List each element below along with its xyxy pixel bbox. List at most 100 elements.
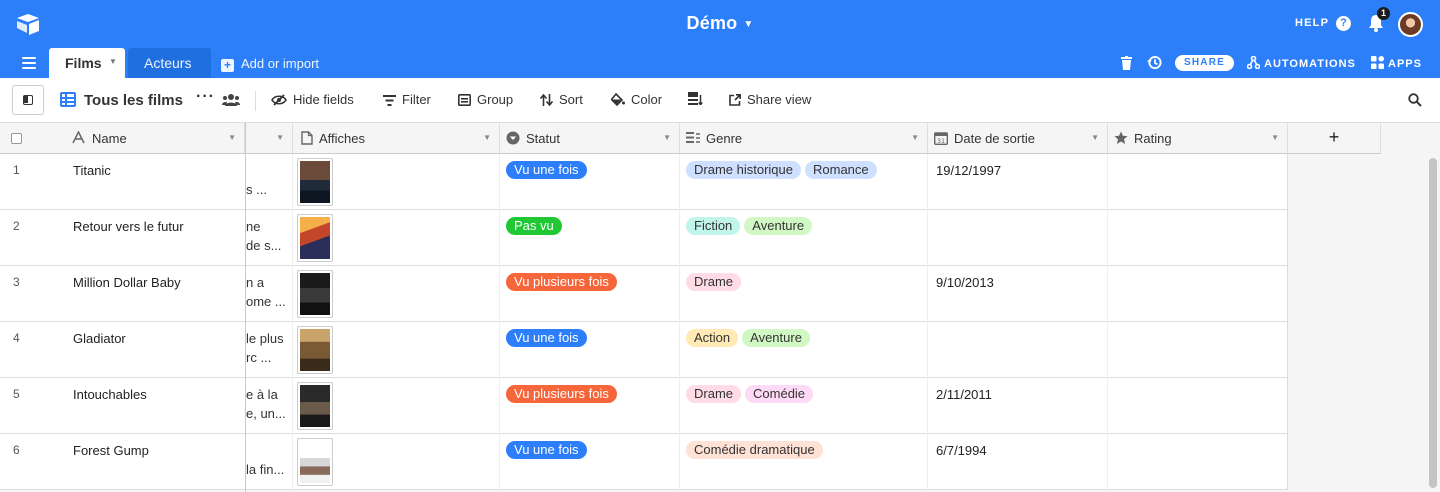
back-to-future-poster[interactable] bbox=[297, 214, 333, 262]
view-name[interactable]: Tous les films bbox=[84, 92, 183, 109]
trash-icon[interactable] bbox=[1121, 56, 1132, 70]
genre-cell[interactable]: Comédie dramatique bbox=[680, 434, 928, 490]
vertical-scrollbar[interactable] bbox=[1429, 158, 1437, 488]
column-header-date-de-sortie[interactable]: 31 Date de sortie ▼ bbox=[928, 123, 1108, 154]
base-title[interactable]: Démo ▼ bbox=[0, 13, 1440, 34]
statut-cell[interactable]: Vu plusieurs fois bbox=[500, 378, 680, 434]
hide-fields-button[interactable]: Hide fields bbox=[271, 92, 354, 107]
row-number: 1 bbox=[13, 163, 20, 177]
tab-acteurs[interactable]: Acteurs bbox=[128, 48, 211, 78]
avatar[interactable] bbox=[1398, 12, 1423, 37]
chevron-down-icon[interactable]: ▼ bbox=[1271, 133, 1279, 142]
chevron-down-icon[interactable]: ▼ bbox=[483, 133, 491, 142]
description-cell[interactable]: n a ome ... bbox=[246, 266, 293, 322]
collaborators-icon[interactable] bbox=[222, 94, 240, 106]
table-row[interactable]: 6 Forest Gump la fin... Vu une fois Comé… bbox=[0, 434, 1288, 490]
date-cell[interactable]: 2/11/2011 bbox=[928, 378, 1108, 434]
description-cell[interactable]: e à la e, un... bbox=[246, 378, 293, 434]
intouchables-poster[interactable] bbox=[297, 382, 333, 430]
apps-button[interactable]: APPS bbox=[1371, 56, 1422, 70]
affiches-cell[interactable] bbox=[293, 322, 500, 378]
rating-cell[interactable] bbox=[1108, 210, 1288, 266]
genre-cell[interactable]: Action Aventure bbox=[680, 322, 928, 378]
description-column-header[interactable]: ▼ bbox=[245, 123, 293, 154]
table-row[interactable]: 3 Million Dollar Baby n a ome ... Vu plu… bbox=[0, 266, 1288, 322]
column-header-statut[interactable]: Statut ▼ bbox=[500, 123, 680, 154]
genre-cell[interactable]: Fiction Aventure bbox=[680, 210, 928, 266]
primary-column-header[interactable]: Name ▼ bbox=[0, 123, 245, 154]
table-row[interactable]: 4 Gladiator le plus rc ... Vu une fois A… bbox=[0, 322, 1288, 378]
table-row[interactable]: 1 Titanic s ... Vu une fois Drame histor… bbox=[0, 154, 1288, 210]
table-row[interactable]: 5 Intouchables e à la e, un... Vu plusie… bbox=[0, 378, 1288, 434]
statut-cell[interactable]: Vu une fois bbox=[500, 322, 680, 378]
share-button[interactable]: SHARE bbox=[1175, 55, 1234, 71]
row-number: 5 bbox=[13, 387, 20, 401]
filter-button[interactable]: Filter bbox=[383, 92, 431, 107]
rating-cell[interactable] bbox=[1108, 154, 1288, 210]
rating-cell[interactable] bbox=[1108, 266, 1288, 322]
search-icon[interactable] bbox=[1408, 93, 1422, 107]
add-field-button[interactable]: + bbox=[1288, 123, 1381, 154]
primary-cell[interactable]: 4 Gladiator bbox=[0, 322, 245, 378]
genre-cell[interactable]: Drame Comédie bbox=[680, 378, 928, 434]
column-header-genre[interactable]: Genre ▼ bbox=[680, 123, 928, 154]
more-options-icon[interactable]: ··· bbox=[196, 88, 215, 106]
add-or-import-button[interactable]: + Add or import bbox=[221, 56, 319, 72]
airtable-logo-icon[interactable] bbox=[16, 13, 40, 35]
gladiator-poster[interactable] bbox=[297, 326, 333, 374]
rating-cell[interactable] bbox=[1108, 322, 1288, 378]
genre-cell[interactable]: Drame bbox=[680, 266, 928, 322]
date-cell[interactable]: 19/12/1997 bbox=[928, 154, 1108, 210]
description-cell[interactable]: s ... bbox=[246, 154, 293, 210]
history-icon[interactable] bbox=[1147, 55, 1162, 70]
color-button[interactable]: Color bbox=[611, 92, 662, 107]
sidebar-toggle-button[interactable] bbox=[12, 85, 44, 115]
description-cell[interactable]: ne de s... bbox=[246, 210, 293, 266]
chevron-down-icon[interactable]: ▼ bbox=[276, 133, 284, 142]
affiches-cell[interactable] bbox=[293, 434, 500, 490]
affiches-cell[interactable] bbox=[293, 378, 500, 434]
automations-button[interactable]: AUTOMATIONS bbox=[1247, 56, 1356, 70]
forrest-gump-poster[interactable] bbox=[297, 438, 333, 486]
description-cell[interactable]: le plus rc ... bbox=[246, 322, 293, 378]
row-height-button[interactable] bbox=[688, 92, 703, 108]
primary-cell[interactable]: 1 Titanic bbox=[0, 154, 245, 210]
genre-cell[interactable]: Drame historique Romance bbox=[680, 154, 928, 210]
titanic-poster[interactable] bbox=[297, 158, 333, 206]
primary-cell[interactable]: 3 Million Dollar Baby bbox=[0, 266, 245, 322]
group-button[interactable]: Group bbox=[458, 92, 513, 107]
chevron-down-icon[interactable]: ▼ bbox=[109, 57, 117, 66]
date-cell[interactable] bbox=[928, 210, 1108, 266]
chevron-down-icon[interactable]: ▼ bbox=[663, 133, 671, 142]
rating-cell[interactable] bbox=[1108, 378, 1288, 434]
primary-cell[interactable]: 6 Forest Gump bbox=[0, 434, 245, 490]
share-view-button[interactable]: Share view bbox=[729, 92, 811, 107]
affiches-cell[interactable] bbox=[293, 266, 500, 322]
help-link[interactable]: HELP bbox=[1295, 17, 1329, 29]
statut-cell[interactable]: Vu plusieurs fois bbox=[500, 266, 680, 322]
primary-cell[interactable]: 2 Retour vers le futur bbox=[0, 210, 245, 266]
chevron-down-icon[interactable]: ▼ bbox=[1091, 133, 1099, 142]
statut-cell[interactable]: Vu une fois bbox=[500, 154, 680, 210]
date-cell[interactable]: 6/7/1994 bbox=[928, 434, 1108, 490]
million-dollar-baby-poster[interactable] bbox=[297, 270, 333, 318]
statut-cell[interactable]: Vu une fois bbox=[500, 434, 680, 490]
description-cell[interactable]: la fin... bbox=[246, 434, 293, 490]
select-all-checkbox[interactable] bbox=[11, 133, 22, 144]
rating-cell[interactable] bbox=[1108, 434, 1288, 490]
sort-button[interactable]: Sort bbox=[540, 92, 583, 107]
affiches-cell[interactable] bbox=[293, 210, 500, 266]
chevron-down-icon[interactable]: ▼ bbox=[911, 133, 919, 142]
column-header-affiches[interactable]: Affiches ▼ bbox=[293, 123, 500, 154]
statut-cell[interactable]: Pas vu bbox=[500, 210, 680, 266]
date-cell[interactable]: 9/10/2013 bbox=[928, 266, 1108, 322]
menu-icon[interactable] bbox=[22, 57, 36, 69]
date-cell[interactable] bbox=[928, 322, 1108, 378]
table-row[interactable]: 2 Retour vers le futur ne de s... Pas vu… bbox=[0, 210, 1288, 266]
help-icon[interactable]: ? bbox=[1336, 16, 1351, 31]
tab-films[interactable]: Films ▼ bbox=[49, 48, 125, 78]
column-header-rating[interactable]: Rating ▼ bbox=[1108, 123, 1288, 154]
affiches-cell[interactable] bbox=[293, 154, 500, 210]
primary-cell[interactable]: 5 Intouchables bbox=[0, 378, 245, 434]
chevron-down-icon[interactable]: ▼ bbox=[228, 133, 236, 142]
